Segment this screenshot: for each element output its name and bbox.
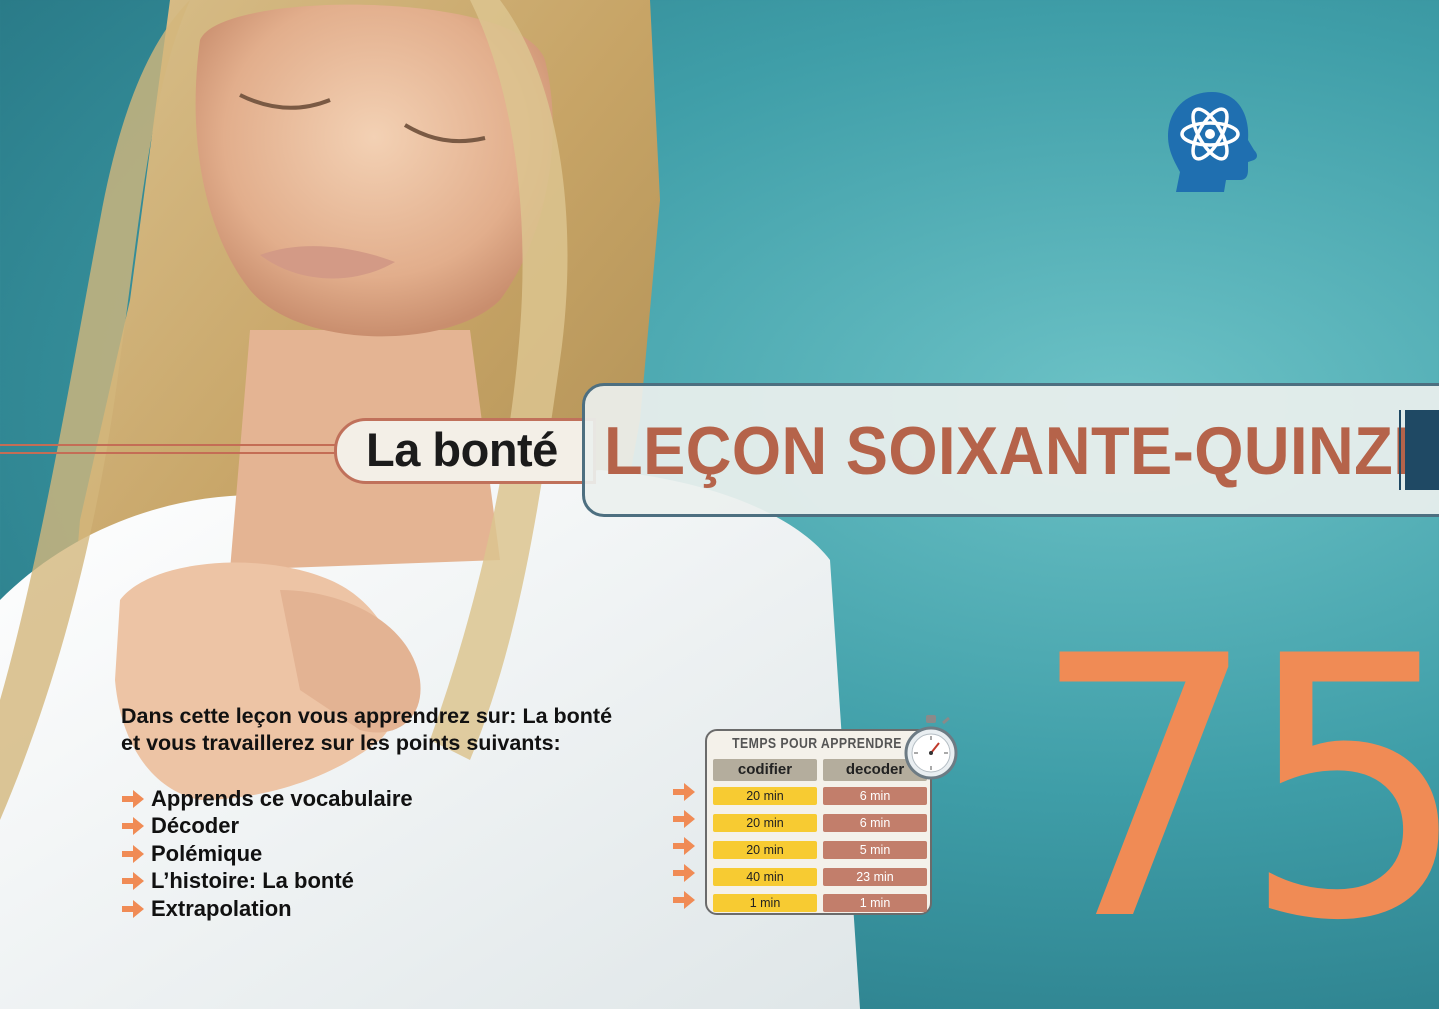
intro-text: Dans cette leçon vous apprendrez sur: La… bbox=[121, 703, 621, 757]
stopwatch-icon bbox=[904, 715, 958, 780]
decoder-time: 6 min bbox=[823, 787, 927, 805]
codifier-time: 20 min bbox=[713, 841, 817, 859]
arrow-right-icon bbox=[122, 817, 144, 836]
arrow-right-icon bbox=[122, 789, 144, 808]
intro-line-2: et vous travaillerez sur les points suiv… bbox=[121, 731, 561, 755]
codifier-time: 20 min bbox=[713, 814, 817, 832]
time-panel-header: TEMPS POUR APPRENDRE bbox=[732, 735, 902, 752]
arrow-right-icon bbox=[673, 837, 695, 855]
decoder-time: 6 min bbox=[823, 814, 927, 832]
topic-list: Apprends ce vocabulaire Décoder Polémiqu… bbox=[121, 785, 413, 923]
intro-line-1: Dans cette leçon vous apprendrez sur: La… bbox=[121, 704, 613, 728]
list-item: L’histoire: La bonté bbox=[121, 868, 413, 896]
codifier-time: 20 min bbox=[713, 787, 817, 805]
codifier-time: 1 min bbox=[713, 894, 817, 912]
topic-label: Polémique bbox=[151, 840, 263, 866]
topic-label: Décoder bbox=[151, 813, 240, 839]
list-item: Polémique bbox=[121, 840, 413, 868]
arrow-right-icon bbox=[673, 864, 695, 882]
lesson-number: 75 bbox=[1030, 580, 1439, 999]
decoder-time: 23 min bbox=[823, 868, 927, 886]
list-item: Décoder bbox=[121, 813, 413, 841]
arrow-right-icon bbox=[673, 810, 695, 828]
list-item: Extrapolation bbox=[121, 895, 413, 923]
lesson-subtitle: La bonté bbox=[366, 423, 558, 476]
decoder-time: 5 min bbox=[823, 841, 927, 859]
time-to-learn-panel: TEMPS POUR APPRENDRE codifier decoder 20… bbox=[705, 729, 932, 915]
brain-atom-icon bbox=[1168, 92, 1257, 192]
arrow-right-icon bbox=[122, 872, 144, 891]
arrow-right-icon bbox=[122, 844, 144, 863]
title-accent-bar bbox=[1399, 410, 1439, 490]
topic-label: Extrapolation bbox=[151, 895, 292, 921]
lesson-title: LEÇON SOIXANTE-QUINZE bbox=[604, 413, 1436, 489]
column-header-codifier: codifier bbox=[713, 759, 817, 781]
list-item: Apprends ce vocabulaire bbox=[121, 785, 413, 813]
topic-label: L’histoire: La bonté bbox=[151, 868, 354, 894]
decoder-time: 1 min bbox=[823, 894, 927, 912]
topic-label: Apprends ce vocabulaire bbox=[151, 785, 413, 811]
codifier-time: 40 min bbox=[713, 868, 817, 886]
arrow-right-icon bbox=[122, 899, 144, 918]
title-rule bbox=[0, 444, 345, 454]
arrow-right-icon bbox=[673, 783, 695, 801]
arrow-right-icon bbox=[673, 891, 695, 909]
